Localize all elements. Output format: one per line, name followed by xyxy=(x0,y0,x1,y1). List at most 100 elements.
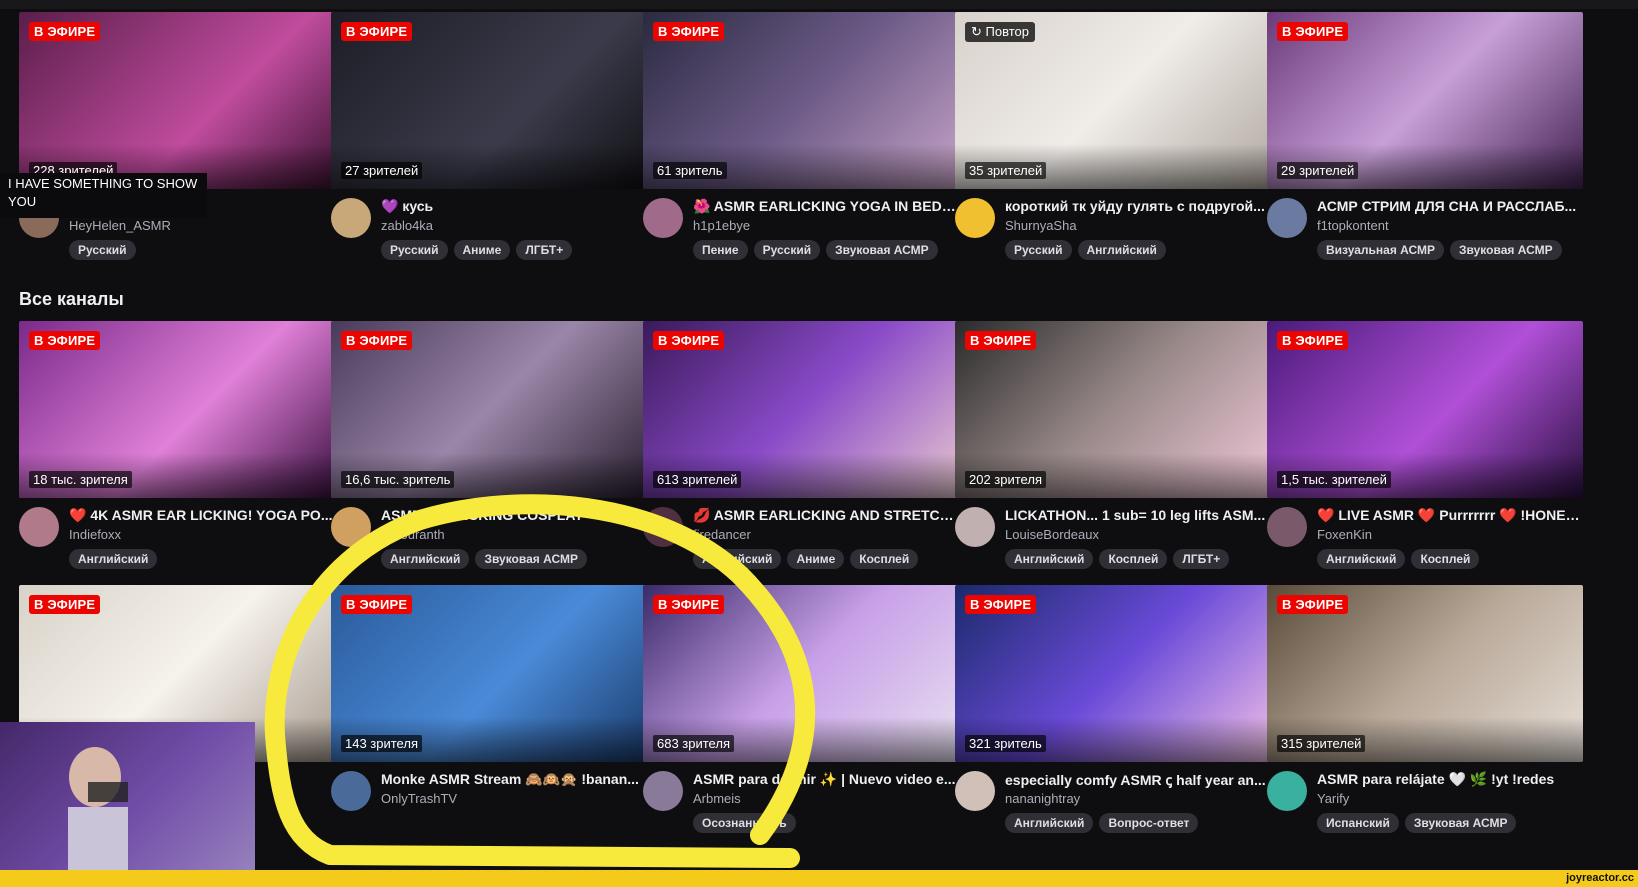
stream-tag[interactable]: Звуковая АСМР xyxy=(475,549,587,569)
channel-avatar[interactable] xyxy=(331,198,371,238)
stream-title[interactable]: 🌺 ASMR EARLICKING YOGA IN BED (... xyxy=(693,198,959,215)
stream-title[interactable]: ❤️ LIVE ASMR ❤️ Purrrrrrr ❤️ !HONEY... xyxy=(1317,507,1583,524)
section-title: Все каналы xyxy=(19,289,124,309)
stream-card[interactable]: В ЭФИРЕ 29 зрителей АСМР СТРИМ ДЛЯ СНА И Р… xyxy=(1267,12,1583,269)
stream-tag[interactable]: Английский xyxy=(1317,549,1406,569)
channel-name[interactable]: HeyHelen_ASMR xyxy=(69,218,171,233)
stream-card[interactable]: В ЭФИРЕ228 зрителейМ ПРАЗДНУЕМ ...HeyHel… xyxy=(19,12,335,269)
channel-avatar[interactable] xyxy=(1267,507,1307,547)
stream-tag[interactable]: ЛГБТ+ xyxy=(1173,549,1230,569)
stream-title[interactable]: ❤️ 4K ASMR EAR LICKING! YOGA PO... xyxy=(69,507,335,524)
stream-tag[interactable]: Косплей xyxy=(1099,549,1168,569)
stream-tag[interactable]: Аниме xyxy=(787,549,845,569)
channel-avatar[interactable] xyxy=(331,507,371,547)
stream-card[interactable]: В ЭФИРЕ 1,5 тыс. зрителей ❤️ LIVE ASMR ❤️ … xyxy=(1267,321,1583,578)
channel-name[interactable]: h1p1ebye xyxy=(693,218,750,233)
stream-tag[interactable]: Визуальная АСМР xyxy=(1317,240,1445,260)
stream-thumbnail[interactable]: В ЭФИРЕ 27 зрителей xyxy=(331,12,647,189)
stream-thumbnail[interactable]: В ЭФИРЕ 143 зрителя xyxy=(331,585,647,762)
channel-name[interactable]: zablo4ka xyxy=(381,218,433,233)
stream-tag[interactable]: Русский xyxy=(69,240,136,260)
stream-thumbnail[interactable]: В ЭФИРЕ 29 зрителей xyxy=(1267,12,1583,189)
stream-card[interactable]: ↻ Повтор 35 зрителей короткий тк уйду гуля… xyxy=(955,12,1271,269)
channel-avatar[interactable] xyxy=(643,771,683,811)
stream-tag[interactable]: Звуковая АСМР xyxy=(1404,813,1517,833)
channel-name[interactable]: Indiefoxx xyxy=(69,527,121,542)
channel-avatar[interactable] xyxy=(643,507,683,547)
channel-avatar[interactable] xyxy=(955,198,995,238)
stream-tag[interactable]: Английский xyxy=(693,549,782,569)
channel-name[interactable]: Yarify xyxy=(1317,791,1349,806)
stream-card[interactable]: В ЭФИРЕ 143 зрителя Monke ASMR Stream 🙈🙉🙊 … xyxy=(331,585,647,842)
stream-thumbnail[interactable]: В ЭФИРЕ 683 зрителя xyxy=(643,585,959,762)
stream-title[interactable]: короткий тк уйду гулять с подругой... xyxy=(1005,198,1271,214)
stream-thumbnail[interactable]: В ЭФИРЕ 1,5 тыс. зрителей xyxy=(1267,321,1583,498)
stream-thumbnail[interactable]: В ЭФИРЕ 321 зритель xyxy=(955,585,1271,762)
stream-tag[interactable]: Звуковая АСМР xyxy=(1450,240,1562,260)
channel-avatar[interactable] xyxy=(955,771,995,811)
stream-tag[interactable]: Пение xyxy=(693,240,748,260)
stream-card[interactable]: В ЭФИРЕ 613 зрителей 💋 ASMR EARLICKING AND… xyxy=(643,321,959,578)
channel-name[interactable]: f1topkontent xyxy=(1317,218,1389,233)
stream-tag[interactable]: Английский xyxy=(381,549,470,569)
stream-tag[interactable]: Испанский xyxy=(1317,813,1399,833)
stream-tag[interactable]: Вопрос-ответ xyxy=(1099,813,1199,833)
channel-name[interactable]: Amouranth xyxy=(381,527,445,542)
stream-tag[interactable]: Русский xyxy=(1005,240,1072,260)
channel-avatar[interactable] xyxy=(955,507,995,547)
stream-tag[interactable]: Аниме xyxy=(453,240,511,260)
stream-thumbnail[interactable]: В ЭФИРЕ 202 зрителя xyxy=(955,321,1271,498)
stream-thumbnail[interactable]: В ЭФИРЕ 18 тыс. зрителя xyxy=(19,321,335,498)
stream-thumbnail[interactable]: В ЭФИРЕ 228 зрителей xyxy=(19,12,335,189)
stream-title[interactable]: ASMR EARLICKING COSPLAY xyxy=(381,507,647,523)
stream-thumbnail[interactable]: В ЭФИРЕ 16,6 тыс. зритель xyxy=(331,321,647,498)
stream-tag[interactable]: Осознанность xyxy=(693,813,796,833)
stream-title[interactable]: 💋 ASMR EARLICKING AND STRETCH... xyxy=(693,507,959,524)
stream-tag[interactable]: Русский xyxy=(753,240,821,260)
stream-card[interactable]: В ЭФИРЕ 315 зрителей ASMR para relájate 🤍 … xyxy=(1267,585,1583,842)
stream-tag[interactable]: Косплей xyxy=(1411,549,1480,569)
stream-tag[interactable]: Английский xyxy=(1005,549,1094,569)
stream-title[interactable]: АСМР СТРИМ ДЛЯ СНА И РАССЛАБ... xyxy=(1317,198,1583,214)
stream-card[interactable]: В ЭФИРЕ 16,6 тыс. зритель ASMR EARLICKING … xyxy=(331,321,647,578)
channel-avatar[interactable] xyxy=(1267,771,1307,811)
stream-tag[interactable]: Русский xyxy=(381,240,448,260)
stream-card[interactable]: В ЭФИРЕ 202 зрителя LICKATHON... 1 sub= 10… xyxy=(955,321,1271,578)
stream-card[interactable]: В ЭФИРЕ 61 зритель 🌺 ASMR EARLICKING YOGA … xyxy=(643,12,959,269)
channel-avatar[interactable] xyxy=(1267,198,1307,238)
stream-tag[interactable]: Английский xyxy=(69,549,158,569)
stream-thumbnail[interactable]: В ЭФИРЕ 613 зрителей xyxy=(643,321,959,498)
stream-title[interactable]: especially comfy ASMR ꞔ half year an... xyxy=(1005,771,1271,790)
channel-name[interactable]: OnlyTrashTV xyxy=(381,791,457,806)
stream-title[interactable]: ASMR para relájate 🤍 🌿 !yt !redes xyxy=(1317,771,1583,788)
stream-title[interactable]: Monke ASMR Stream 🙈🙉🙊 !banan... xyxy=(381,771,647,788)
stream-title[interactable]: LICKATHON... 1 sub= 10 leg lifts ASM... xyxy=(1005,507,1271,523)
stream-title[interactable]: 💜 кусь xyxy=(381,198,647,215)
viewer-count: 613 зрителей xyxy=(653,471,742,488)
stream-title[interactable]: ASMR para dormir ✨ | Nuevo video e... xyxy=(693,771,959,788)
channel-name[interactable]: firedancer xyxy=(693,527,751,542)
channel-name[interactable]: Arbmeis xyxy=(693,791,741,806)
tag-list: Английский Косплей xyxy=(1317,549,1485,569)
stream-meta: ❤️ LIVE ASMR ❤️ Purrrrrrr ❤️ !HONEY... Fo… xyxy=(1267,498,1583,578)
pip-video-overlay[interactable] xyxy=(0,722,255,872)
stream-tag[interactable]: Английский xyxy=(1077,240,1166,260)
channel-avatar[interactable] xyxy=(331,771,371,811)
channel-avatar[interactable] xyxy=(643,198,683,238)
stream-card[interactable]: В ЭФИРЕ 27 зрителей 💜 кусь zablo4ka Русский А… xyxy=(331,12,647,269)
stream-thumbnail[interactable]: В ЭФИРЕ 61 зритель xyxy=(643,12,959,189)
channel-avatar[interactable] xyxy=(19,507,59,547)
channel-name[interactable]: LouiseBordeaux xyxy=(1005,527,1099,542)
stream-tag[interactable]: ЛГБТ+ xyxy=(516,240,573,260)
stream-card[interactable]: В ЭФИРЕ 321 зритель especially comfy ASMR … xyxy=(955,585,1271,842)
stream-tag[interactable]: Звуковая АСМР xyxy=(826,240,938,260)
stream-tag[interactable]: Косплей xyxy=(850,549,919,569)
channel-name[interactable]: FoxenKin xyxy=(1317,527,1372,542)
stream-thumbnail[interactable]: ↻ Повтор 35 зрителей xyxy=(955,12,1271,189)
channel-name[interactable]: nananightray xyxy=(1005,791,1080,806)
stream-tag[interactable]: Английский xyxy=(1005,813,1094,833)
stream-thumbnail[interactable]: В ЭФИРЕ 315 зрителей xyxy=(1267,585,1583,762)
channel-name[interactable]: ShurnyaSha xyxy=(1005,218,1077,233)
stream-card[interactable]: В ЭФИРЕ 18 тыс. зрителя ❤️ 4K ASMR EAR LIC… xyxy=(19,321,335,578)
stream-card[interactable]: В ЭФИРЕ 683 зрителя ASMR para dormir ✨ | N… xyxy=(643,585,959,842)
